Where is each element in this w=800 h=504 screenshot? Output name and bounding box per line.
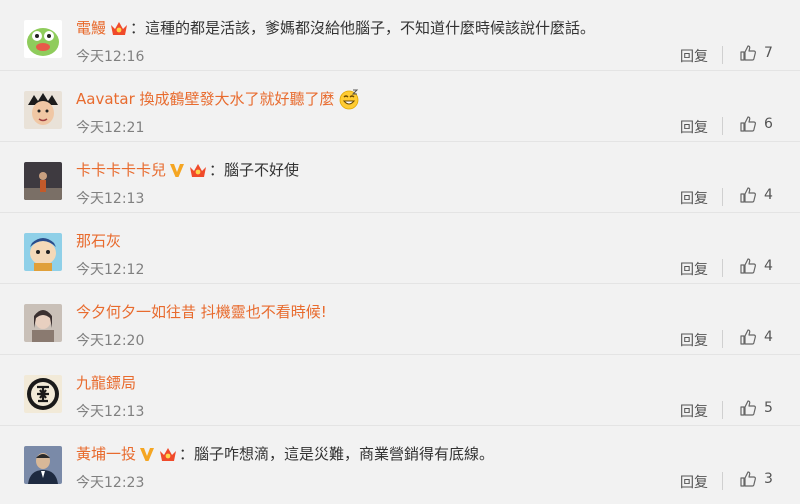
reply-button[interactable]: 回复 (680, 330, 708, 350)
timestamp: 今天12:20 (76, 333, 145, 349)
like-count: 5 (764, 400, 773, 416)
thumbs-up-icon (740, 329, 756, 345)
thumbs-up-icon (740, 258, 756, 274)
timestamp: 今天12:12 (76, 262, 145, 278)
comment-text: 腦子咋想滴，這是災難，商業營銷得有底線。 (194, 445, 495, 463)
comment-item: 九龍鏢局 今天12:13 回复 5 (0, 355, 800, 426)
vip-v-icon (139, 446, 155, 462)
comment-list: 電鰻 ： 這種的都是活該，爹媽都沒給他腦子，不知道什麼時候該說什麼話。 今天12… (0, 0, 800, 497)
comment-item: 卡卡卡卡卡兒 ： 腦子不好使 今天12:13 回复 4 (0, 142, 800, 213)
timestamp: 今天12:13 (76, 191, 145, 207)
username[interactable]: 電鰻 (76, 18, 106, 38)
divider (722, 472, 723, 490)
reply-button[interactable]: 回复 (680, 117, 708, 137)
like-button[interactable]: 4 (739, 257, 773, 275)
username[interactable]: 九龍鏢局 (76, 373, 136, 393)
like-button[interactable]: 3 (739, 470, 773, 488)
comment-text: 腦子不好使 (224, 161, 300, 179)
reply-button[interactable]: 回复 (680, 259, 708, 279)
like-button[interactable]: 6 (739, 115, 773, 133)
comment-text: 這種的都是活該，爹媽都沒給他腦子，不知道什麼時候該說什麼話。 (145, 19, 596, 37)
divider (722, 259, 723, 277)
comment-item: 今夕何夕一如往昔 抖機靈也不看時候! 今天12:20 回复 4 (0, 284, 800, 355)
reply-button[interactable]: 回复 (680, 46, 708, 66)
thumbs-up-icon (740, 45, 756, 61)
comment-item: 黃埔一投 ： 腦子咋想滴，這是災難，商業營銷得有底線。 今天12:23 回复 3 (0, 426, 800, 497)
avatar[interactable] (24, 233, 62, 271)
reply-button[interactable]: 回复 (680, 188, 708, 208)
reply-button[interactable]: 回复 (680, 401, 708, 421)
username[interactable]: 卡卡卡卡卡兒 (76, 160, 166, 180)
like-button[interactable]: 4 (739, 328, 773, 346)
avatar[interactable] (24, 162, 62, 200)
avatar[interactable] (24, 91, 62, 129)
like-count: 6 (764, 116, 773, 132)
avatar[interactable] (24, 446, 62, 484)
divider (722, 46, 723, 64)
like-button[interactable]: 7 (739, 44, 773, 62)
thumbs-up-icon (740, 471, 756, 487)
timestamp: 今天12:16 (76, 49, 145, 65)
comment-item: 電鰻 ： 這種的都是活該，爹媽都沒給他腦子，不知道什麼時候該說什麼話。 今天12… (0, 0, 800, 71)
vip-v-icon (169, 162, 185, 178)
like-button[interactable]: 4 (739, 186, 773, 204)
like-count: 4 (764, 187, 773, 203)
avatar[interactable] (24, 375, 62, 413)
like-count: 4 (764, 329, 773, 345)
grin-emoji-icon (338, 88, 360, 110)
divider (722, 330, 723, 348)
colon: ： (209, 161, 225, 179)
timestamp: 今天12:21 (76, 120, 145, 136)
divider (722, 188, 723, 206)
username[interactable]: 那石灰 (76, 231, 121, 251)
username[interactable]: 黃埔一投 (76, 444, 136, 464)
divider (722, 117, 723, 135)
comment-item: 那石灰 今天12:12 回复 4 (0, 213, 800, 284)
colon: ： (130, 19, 146, 37)
crown-badge-icon (188, 161, 208, 179)
like-count: 4 (764, 258, 773, 274)
like-button[interactable]: 5 (739, 399, 773, 417)
username[interactable]: 今夕何夕一如往昔 抖機靈也不看時候! (76, 302, 327, 322)
crown-badge-icon (109, 19, 129, 37)
like-count: 7 (764, 45, 773, 61)
thumbs-up-icon (740, 187, 756, 203)
timestamp: 今天12:13 (76, 404, 145, 420)
reply-button[interactable]: 回复 (680, 472, 708, 492)
crown-badge-icon (158, 445, 178, 463)
thumbs-up-icon (740, 400, 756, 416)
colon: ： (179, 445, 195, 463)
avatar[interactable] (24, 304, 62, 342)
avatar[interactable] (24, 20, 62, 58)
divider (722, 401, 723, 419)
like-count: 3 (764, 471, 773, 487)
timestamp: 今天12:23 (76, 475, 145, 491)
thumbs-up-icon (740, 116, 756, 132)
username[interactable]: Aavatar 換成鶴壁發大水了就好聽了麼 (76, 89, 335, 109)
comment-item: Aavatar 換成鶴壁發大水了就好聽了麼 今天12:21 回复 6 (0, 71, 800, 142)
